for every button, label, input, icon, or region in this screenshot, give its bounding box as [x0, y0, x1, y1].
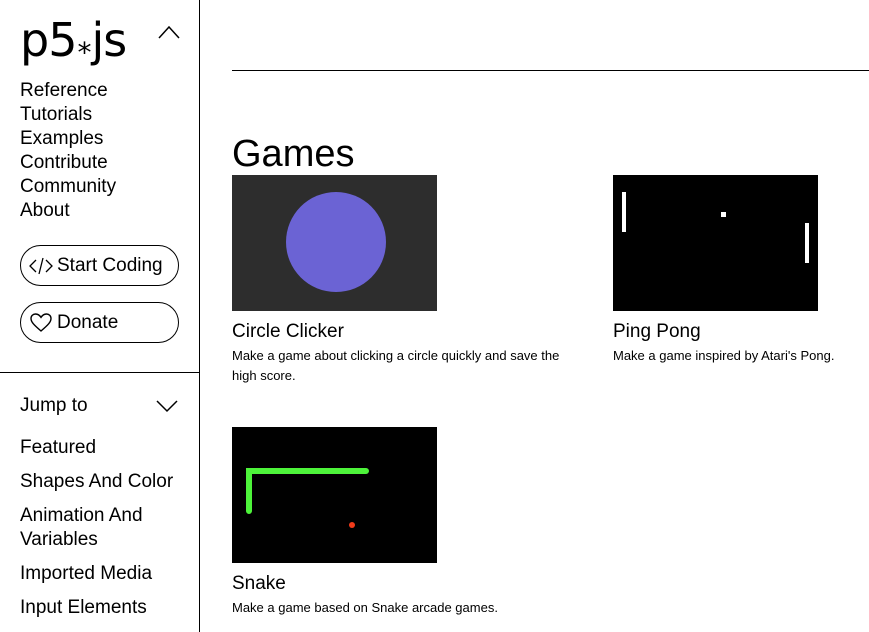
nav-item-contribute[interactable]: Contribute: [20, 151, 190, 175]
donate-label: Donate: [57, 311, 119, 333]
snake-food: [349, 522, 355, 528]
section-title: Games: [232, 133, 355, 175]
main-nav: Reference Tutorials Examples Contribute …: [20, 79, 190, 223]
pong-ball: [721, 212, 726, 217]
sidebar: p5*js Reference Tutorials Examples Contr…: [0, 0, 200, 632]
example-card-snake[interactable]: Snake Make a game based on Snake arcade …: [232, 427, 572, 618]
jump-to-label: Jump to: [20, 395, 88, 416]
example-card-ping-pong[interactable]: Ping Pong Make a game inspired by Atari'…: [613, 175, 863, 366]
jump-item-animation-and-variables[interactable]: Animation And Variables: [20, 504, 195, 552]
donate-button[interactable]: Donate: [20, 302, 179, 343]
nav-item-about[interactable]: About: [20, 199, 190, 223]
nav-item-reference[interactable]: Reference: [20, 79, 190, 103]
start-coding-button[interactable]: Start Coding: [20, 245, 179, 286]
circle-clicker-circle: [286, 192, 386, 292]
example-card-circle-clicker[interactable]: Circle Clicker Make a game about clickin…: [232, 175, 572, 386]
sidebar-divider: [0, 372, 200, 373]
snake-bg: [232, 427, 437, 563]
header-rule: [232, 70, 869, 71]
card-description: Make a game inspired by Atari's Pong.: [613, 348, 835, 363]
start-coding-label: Start Coding: [57, 254, 163, 276]
card-title[interactable]: Ping Pong: [613, 320, 863, 344]
circle-clicker-thumbnail[interactable]: [232, 175, 437, 311]
chevron-up-icon[interactable]: [158, 24, 180, 40]
card-description: Make a game about clicking a circle quic…: [232, 348, 560, 383]
nav-item-examples[interactable]: Examples: [20, 127, 190, 151]
p5js-logo[interactable]: p5*js: [20, 12, 127, 81]
logo-row: p5*js: [20, 13, 185, 74]
jump-to-toggle[interactable]: Jump to: [20, 393, 180, 419]
card-title[interactable]: Snake: [232, 572, 572, 596]
jump-to-list: Featured Shapes And Color Animation And …: [20, 436, 195, 630]
code-icon: [29, 256, 53, 276]
card-description: Make a game based on Snake arcade games.: [232, 600, 498, 615]
ping-pong-bg: [613, 175, 818, 311]
left-paddle: [622, 192, 626, 232]
nav-item-tutorials[interactable]: Tutorials: [20, 103, 190, 127]
jump-item-input-elements[interactable]: Input Elements: [20, 596, 195, 620]
heart-icon: [29, 312, 53, 333]
nav-item-community[interactable]: Community: [20, 175, 190, 199]
jump-item-imported-media[interactable]: Imported Media: [20, 562, 195, 586]
jump-item-featured[interactable]: Featured: [20, 436, 195, 460]
card-title[interactable]: Circle Clicker: [232, 320, 572, 344]
logo-text-end: js: [91, 13, 127, 67]
right-paddle: [805, 223, 809, 263]
logo-text-main: p5: [20, 13, 77, 67]
jump-item-shapes-and-color[interactable]: Shapes And Color: [20, 470, 195, 494]
ping-pong-thumbnail[interactable]: [613, 175, 818, 311]
logo-star: *: [77, 36, 91, 69]
chevron-down-icon: [156, 400, 178, 413]
snake-thumbnail[interactable]: [232, 427, 437, 563]
